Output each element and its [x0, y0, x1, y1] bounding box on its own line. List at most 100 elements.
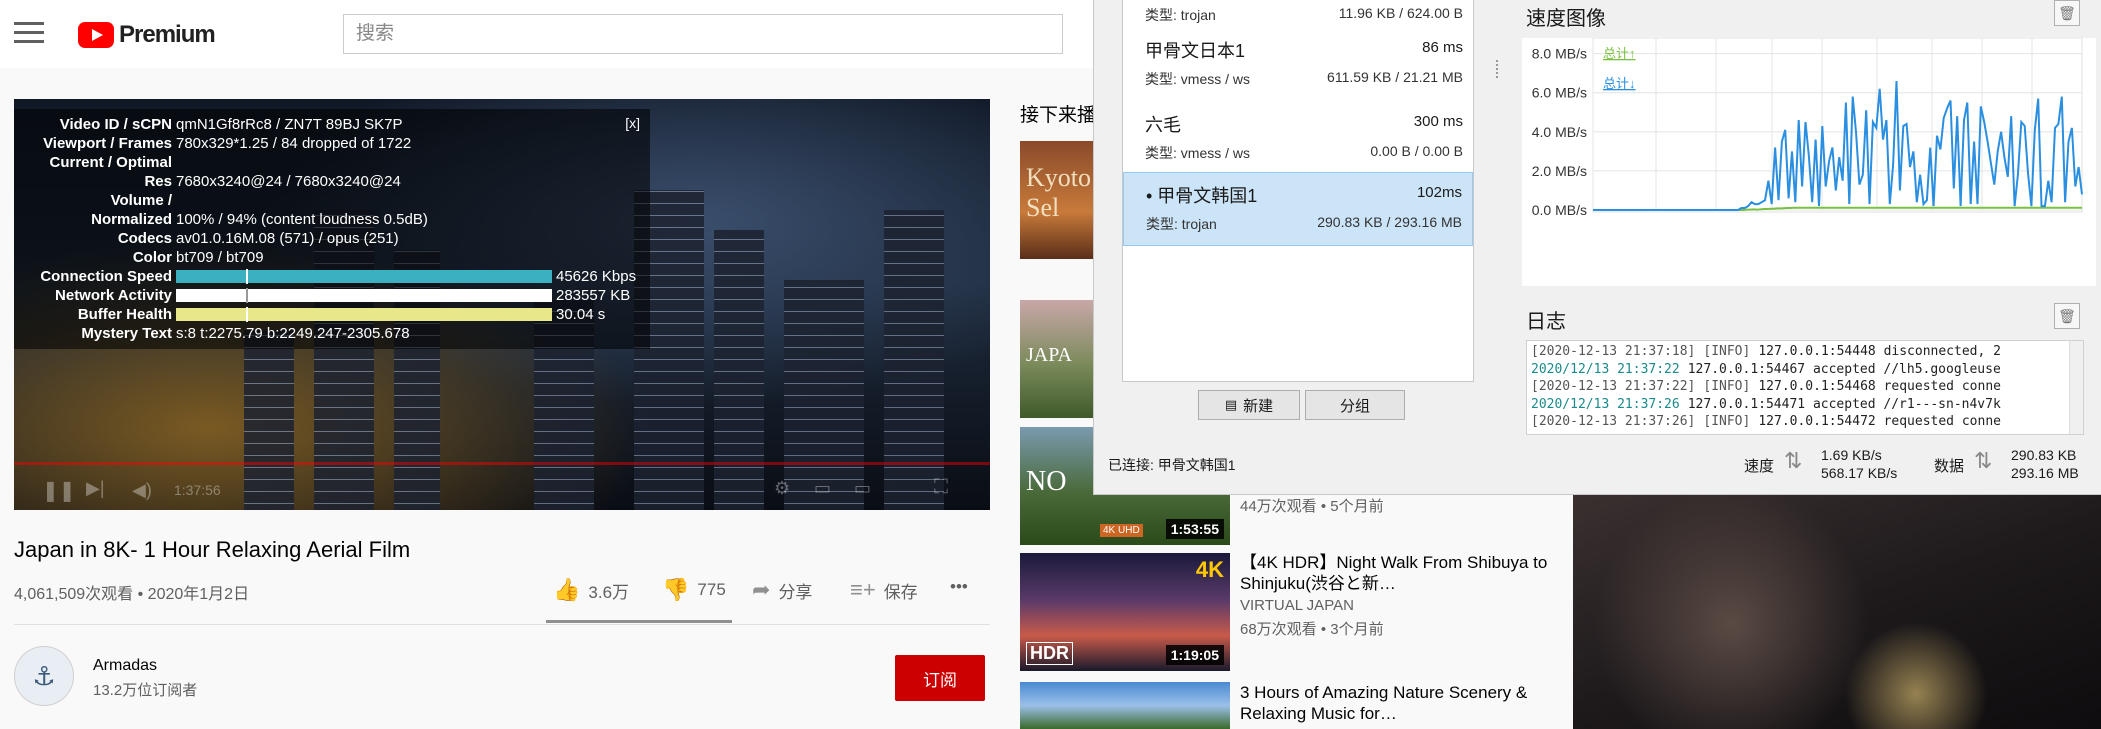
stat-key: Viewport / Frames: [43, 135, 172, 152]
playlist-add-icon: ≡+: [850, 577, 876, 602]
log-timestamp: 2020/12/13 21:37:22: [1531, 361, 1680, 377]
stat-key: Color: [132, 249, 172, 266]
video-player[interactable]: [x] Video ID / sCPN qmN1Gf8rRc8 / ZN7T 89…: [14, 99, 990, 510]
stat-row: Normalized 100% / 94% (content loudness 0…: [14, 210, 650, 229]
speed-down-value: 568.17 KB/s: [1821, 465, 1898, 481]
log-scrollbar[interactable]: [2069, 341, 2083, 434]
connection-status: 已连接: 甲骨文韩国1: [1108, 457, 1236, 473]
stat-row-buffer-health: Buffer Health 30.04 s: [77, 306, 606, 323]
new-server-button[interactable]: ▤ 新建: [1198, 390, 1300, 420]
stat-value: 780x329*1.25 / 84 dropped of 1722: [176, 135, 412, 152]
stat-row: Color bt709 / bt709: [14, 248, 650, 267]
video-meta: 4,061,509次观看 • 2020年1月2日: [14, 586, 250, 603]
stat-row: Volume /: [14, 191, 650, 210]
dislike-button[interactable]: 👎 775: [662, 577, 726, 603]
share-button[interactable]: ➦ 分享: [752, 577, 812, 603]
server-list[interactable]: 类型: trojan 11.96 KB / 624.00 B 甲骨文日本1 86…: [1122, 0, 1474, 382]
splitter-handle[interactable]: [1496, 60, 1500, 78]
rec-channel[interactable]: VIRTUAL JAPAN: [1240, 597, 1354, 614]
stat-value: 100% / 94% (content loudness 0.5dB): [176, 211, 428, 228]
log-message: 127.0.0.1:54472 requested conne: [1758, 414, 2001, 429]
channel-subscribers: 13.2万位订阅者: [93, 682, 198, 699]
clear-log-trash-icon[interactable]: 🗑: [2054, 303, 2080, 329]
4k-badge: 4K: [1195, 557, 1224, 582]
rec-title[interactable]: 3 Hours of Amazing Nature Scenery & Rela…: [1240, 682, 1550, 724]
theater-icon[interactable]: ▭: [854, 478, 871, 499]
group-button[interactable]: 分组: [1305, 390, 1405, 420]
legend-entry: 总计↓: [1603, 76, 1636, 91]
rec-title[interactable]: 【4K HDR】Night Walk From Shibuya to Shinj…: [1240, 552, 1550, 594]
log-output[interactable]: [2020-12-13 21:37:18] [INFO] 127.0.0.1:544…: [1526, 340, 2084, 435]
log-line: [2020-12-13 21:37:18] [INFO] 127.0.0.1:544…: [1531, 343, 2079, 361]
thumbs-up-icon: 👍: [553, 577, 581, 602]
stat-key: Video ID / sCPN: [59, 116, 172, 133]
search-input[interactable]: 搜索: [343, 14, 1063, 54]
connection-speed-bar: [176, 269, 552, 284]
stat-value: av01.0.16M.08 (571) / opus (251): [176, 230, 399, 247]
server-item[interactable]: 六毛 300 ms 类型: vmess / ws 0.00 B / 0.00 B: [1123, 102, 1473, 176]
log-line: [2020-12-13 21:37:26] [INFO] 127.0.0.1:544…: [1531, 413, 2079, 431]
stat-value: [176, 153, 650, 172]
volume-icon[interactable]: ◀): [132, 480, 152, 501]
log-line: [2020-12-13 21:37:22] [INFO] 127.0.0.1:544…: [1531, 378, 2079, 396]
thumbnail-overlay-text: NO: [1026, 466, 1067, 497]
stat-value: 7680x3240@24 / 7680x3240@24: [176, 173, 401, 190]
save-button[interactable]: ≡+ 保存: [850, 577, 918, 603]
miniplayer-icon[interactable]: ▭: [814, 478, 831, 499]
time-display: 1:37:56: [174, 482, 221, 498]
stat-row: Current / Optimal: [14, 153, 650, 172]
rec-meta: 68万次观看 • 3个月前: [1240, 621, 1384, 638]
stat-key: Current / Optimal: [49, 154, 172, 171]
log-line: 2020/12/13 21:37:22 127.0.0.1:54467 accep…: [1531, 361, 2079, 379]
settings-icon[interactable]: ⚙: [774, 478, 790, 499]
stat-row: Codecs av01.0.16M.08 (571) / opus (251): [14, 229, 650, 248]
speed-chart-title: 速度图像: [1526, 8, 1606, 30]
new-icon: ▤: [1224, 397, 1238, 412]
next-icon[interactable]: ▶|: [86, 478, 105, 499]
stat-key: Volume /: [110, 192, 172, 209]
youtube-premium-logo[interactable]: Premium: [78, 21, 216, 49]
hamburger-menu-icon[interactable]: [14, 22, 44, 46]
log-timestamp: [2020-12-13 21:37:18]: [1531, 344, 1696, 359]
stat-row: Viewport / Frames 780x329*1.25 / 84 dropp…: [14, 134, 650, 153]
like-button[interactable]: 👍 3.6万: [553, 577, 629, 603]
server-item[interactable]: 甲骨文日本1 86 ms 类型: vmess / ws 611.59 KB / …: [1123, 28, 1473, 102]
rec-thumbnail-4[interactable]: 4K HDR 1:19:05: [1020, 553, 1230, 671]
y-tick-label: 6.0 MB/s: [1532, 85, 1587, 101]
data-label: 数据: [1934, 458, 1965, 475]
updown-arrows-icon: ⇅: [1974, 448, 1993, 473]
stats-for-nerds-panel: [x] Video ID / sCPN qmN1Gf8rRc8 / ZN7T 89…: [14, 109, 650, 349]
y-tick-label: 2.0 MB/s: [1532, 163, 1587, 179]
progress-bar[interactable]: [14, 462, 990, 465]
stat-row: Video ID / sCPN qmN1Gf8rRc8 / ZN7T 89BJ S…: [14, 115, 650, 134]
stat-key: Res: [144, 173, 172, 190]
y-tick-label: 4.0 MB/s: [1532, 124, 1587, 140]
log-message: 127.0.0.1:54467 accepted //lh5.googleuse: [1687, 361, 2001, 377]
divider: [14, 624, 990, 625]
updown-arrows-icon: ⇅: [1784, 448, 1803, 473]
stat-row-network-activity: Network Activity 283557 KB: [55, 287, 631, 304]
stat-row-mystery-text: Mystery Text s:8 t:2275.79 b:2249.247-23…: [81, 325, 410, 342]
channel-avatar[interactable]: ⚓: [14, 646, 74, 706]
more-actions-button[interactable]: •••: [950, 577, 968, 597]
duration-badge: 1:19:05: [1165, 645, 1224, 665]
stats-close-button[interactable]: [x]: [625, 115, 640, 131]
stat-key: Normalized: [91, 211, 172, 228]
log-timestamp: [2020-12-13 21:37:26]: [1531, 414, 1696, 429]
logo-text: Premium: [119, 21, 216, 48]
data-down-value: 293.16 MB: [2011, 465, 2079, 481]
stat-value: [176, 191, 650, 210]
channel-name[interactable]: Armadas: [93, 657, 157, 675]
4k-uhd-badge: 4K UHD: [1100, 524, 1143, 537]
clear-chart-trash-icon[interactable]: 🗑: [2054, 0, 2080, 26]
rec-meta: 44万次观看 • 5个月前: [1240, 498, 1384, 515]
proxy-client-window: 类型: trojan 11.96 KB / 624.00 B 甲骨文日本1 86…: [1093, 0, 2101, 495]
rec-thumbnail-5[interactable]: [1020, 682, 1230, 729]
server-item-selected[interactable]: • 甲骨文韩国1 102ms 类型: trojan 290.83 KB / 29…: [1123, 172, 1473, 246]
fullscreen-icon[interactable]: ⛶: [934, 476, 948, 499]
pause-icon[interactable]: ❚❚: [42, 478, 76, 503]
subscribe-button[interactable]: 订阅: [895, 655, 985, 701]
log-level: [INFO]: [1703, 379, 1751, 394]
youtube-play-icon: [78, 22, 114, 48]
log-timestamp: [2020-12-13 21:37:22]: [1531, 379, 1696, 394]
